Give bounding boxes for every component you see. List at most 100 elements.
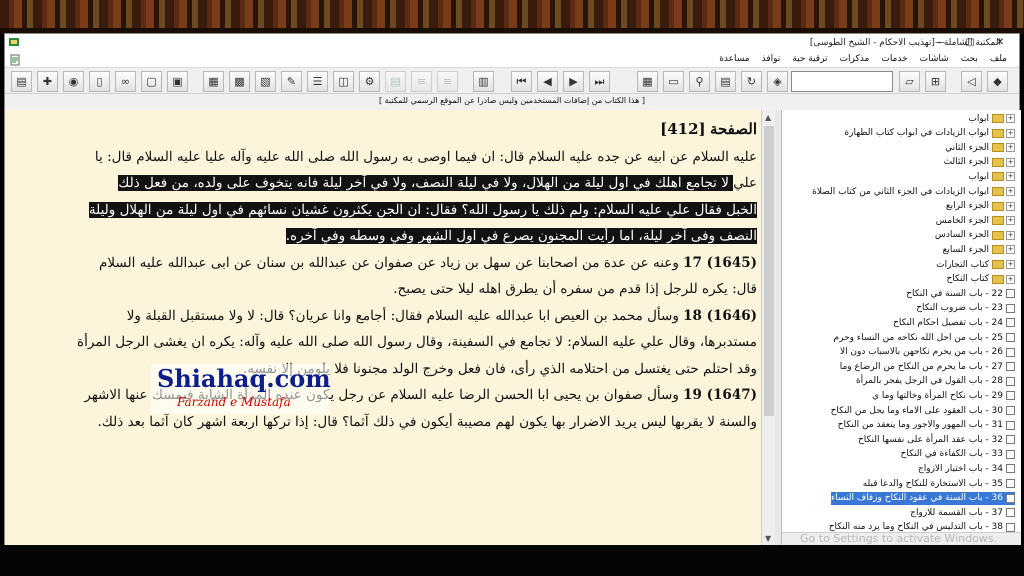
chapter-checkbox[interactable] [1006,289,1015,299]
menu-windows[interactable]: نوافذ [756,54,787,64]
binoculars-icon[interactable]: ∞ [115,71,136,92]
pencil-icon[interactable]: ✎ [281,71,302,92]
expand-icon[interactable]: + [1006,187,1015,196]
tree-chapter[interactable]: 22 - باب السنة في النكاح [906,287,1015,300]
close-button[interactable]: ✕ [985,34,1015,51]
tree-folder[interactable]: + ابواب [968,112,1015,125]
leaf-icon[interactable]: ◉ [63,71,84,92]
expand-icon[interactable]: + [1006,230,1015,240]
export-icon[interactable]: ▦ [203,71,224,92]
tree-folder[interactable]: + ابواب [968,170,1015,183]
view-icon[interactable]: ◫ [333,71,354,92]
expand-icon[interactable]: + [1006,260,1015,269]
tree-icon[interactable]: ⊞ [925,71,946,92]
text-scrollbar[interactable]: ▲ ▼ [761,110,775,546]
document-menu-icon[interactable] [9,54,21,66]
book-text-pane[interactable]: الصفحة [412] عليه السلام عن ابيه عن جده … [5,110,775,546]
expand-icon[interactable]: + [1006,128,1015,138]
chapter-checkbox[interactable] [1006,435,1015,445]
expand-icon[interactable]: + [1006,172,1015,182]
expand-icon[interactable]: + [1006,216,1015,226]
refresh-icon[interactable]: ↻ [741,71,762,92]
open-folder-icon[interactable]: ▭ [663,71,684,92]
tree-chapter[interactable]: 35 - باب الاستخارة للنكاح والدعا قبله [863,477,1015,490]
menu-live-update[interactable]: ترقية حية [786,54,833,64]
tree-chapter[interactable]: 36 - باب السنة في عقود النكاح وزفاف النس… [830,491,1015,505]
menu-search[interactable]: بحث [955,54,984,64]
tree-folder[interactable]: + كتاب التجارات [936,258,1015,271]
tree-folder[interactable]: + الجزء الثالث [944,156,1015,169]
tree-chapter[interactable]: 34 - باب اختيار الازواج [918,462,1015,475]
settings-icon[interactable]: ⚙ [359,71,380,92]
scroll-thumb[interactable] [764,126,774,416]
chapter-checkbox[interactable] [1006,362,1015,372]
tree-chapter[interactable]: 31 - باب المهور والاجور وما ينعقد من الن… [838,419,1015,432]
menu-notes[interactable]: مذكرات [834,54,876,64]
tree-chapter[interactable]: 26 - باب من يحرم نكاحهن بالاسباب دون الا [840,346,1015,359]
new-folder-icon[interactable]: ▱ [899,71,920,92]
expand-icon[interactable]: + [1006,114,1015,123]
tree-chapter[interactable]: 30 - باب العقود على الاماء وما يحل من ال… [831,404,1015,417]
chapter-checkbox[interactable] [1006,391,1015,401]
minimize-button[interactable]: — [925,34,955,51]
prev-page-icon[interactable]: ◀ [537,71,558,92]
zoom-icon[interactable]: ▢ [141,71,162,92]
disabled-tool-2-icon[interactable]: ≡ [411,71,432,92]
tree-chapter[interactable]: 25 - باب من احل الله نكاحه من النساء وحر… [834,331,1015,344]
expand-icon[interactable]: + [1006,245,1015,255]
chapter-checkbox[interactable] [1006,318,1015,328]
tree-folder[interactable]: + الجزء السابع [943,243,1015,256]
tree-folder[interactable]: + الجزء الخامس [936,214,1015,227]
next-page-icon[interactable]: ▶ [563,71,584,92]
tools-icon[interactable]: ✚ [37,71,58,92]
chapter-checkbox[interactable] [1006,464,1015,474]
chapter-checkbox[interactable] [1006,508,1015,518]
expand-icon[interactable]: + [1006,274,1015,284]
tree-chapter[interactable]: 27 - باب ما يحرم من النكاح من الرضاع وما [840,360,1015,373]
tree-folder[interactable]: + ابواب الزيادات في الجزء الثاني من كتاب … [812,185,1015,198]
tree-folder[interactable]: + الجزء الثاني [945,141,1015,154]
tree-folder[interactable]: + الجزء السادس [935,229,1015,242]
tree-chapter[interactable]: 37 - باب القسمة للازواج [910,506,1015,519]
first-page-icon[interactable]: ⏮ [511,71,532,92]
tree-chapter[interactable]: 29 - باب نكاح المرأة وخالتها وما ي [872,389,1015,402]
chapter-checkbox[interactable] [1006,522,1015,532]
image-icon[interactable]: ▩ [229,71,250,92]
back-icon[interactable]: ◁ [961,71,982,92]
index-icon[interactable]: ▦ [637,71,658,92]
chapter-checkbox[interactable] [1006,347,1015,357]
menu-services[interactable]: خدمات [875,54,913,64]
chapter-checkbox[interactable] [1006,406,1015,415]
disabled-tool-1-icon[interactable]: ▤ [385,71,406,92]
tree-chapter[interactable]: 28 - باب القول في الرجل يفجر بالمرأة [856,375,1015,388]
tree-folder[interactable]: + كتاب النكاح [946,273,1015,286]
chapter-checkbox[interactable] [1006,449,1015,459]
book-open-icon[interactable]: ▥ [473,71,494,92]
library-icon[interactable]: ▤ [715,71,736,92]
tree-folder[interactable]: + ابواب الزيادات في ابواب كتاب الطهارة [844,127,1015,140]
chapter-checkbox[interactable] [1006,376,1015,386]
copy-icon[interactable]: ▣ [167,71,188,92]
search-input[interactable] [791,71,893,92]
expand-icon[interactable]: + [1006,157,1015,167]
disabled-tool-3-icon[interactable]: ≡ [437,71,458,92]
menu-file[interactable]: ملف [984,54,1013,64]
chapter-checkbox[interactable] [1006,303,1015,313]
tree-chapter[interactable]: 33 - باب الكفاءة في النكاح [901,448,1015,461]
tag-icon[interactable]: ◈ [767,71,788,92]
scroll-down-icon[interactable]: ▼ [765,534,771,543]
tree-chapter[interactable]: 23 - باب ضروب النكاح [916,302,1015,315]
maximize-button[interactable]: ▢ [955,34,985,51]
last-page-icon[interactable]: ⏭ [589,71,610,92]
menu-screens[interactable]: شاشات [914,54,955,64]
expand-icon[interactable]: + [1006,201,1015,211]
menu-help[interactable]: مساعدة [713,54,755,64]
search-binoculars-icon[interactable]: ⚲ [689,71,710,92]
forward-icon[interactable]: ◆ [987,71,1008,92]
chapter-checkbox[interactable] [1006,479,1015,488]
chapter-checkbox[interactable] [1006,333,1015,342]
list-icon[interactable]: ☰ [307,71,328,92]
note-icon[interactable]: ▧ [255,71,276,92]
chapter-checkbox[interactable] [1006,493,1015,503]
print-icon[interactable]: ▤ [11,71,32,92]
